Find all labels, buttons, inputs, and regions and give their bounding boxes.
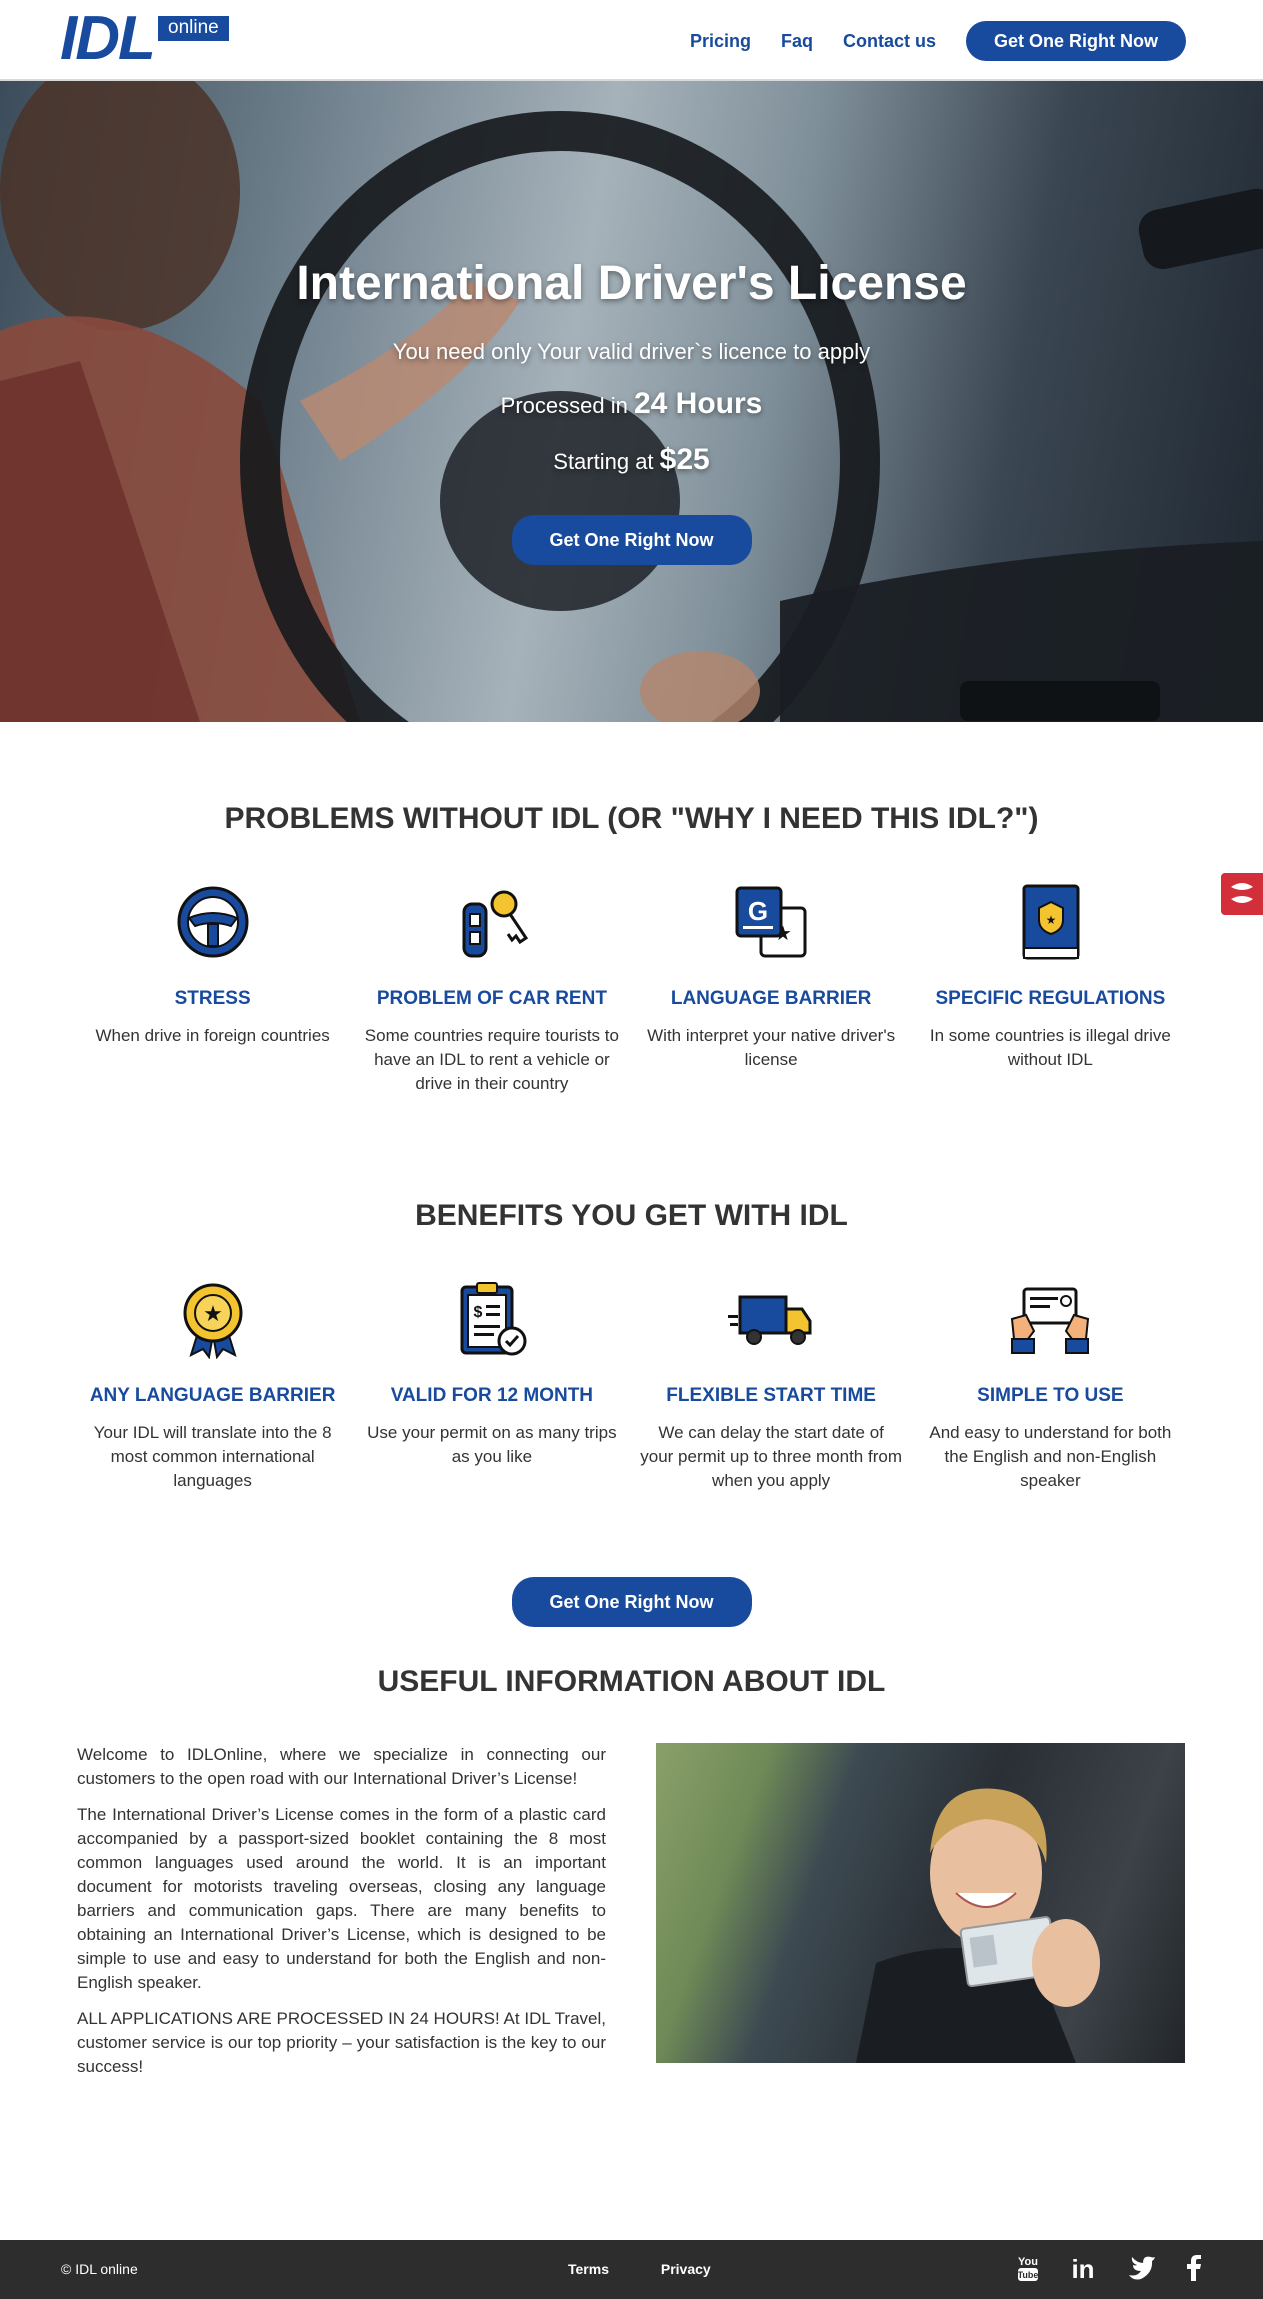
benefit-title: FLEXIBLE START TIME xyxy=(666,1385,876,1406)
footer-links: Terms Privacy xyxy=(568,2261,759,2277)
woman-license-photo xyxy=(656,1743,1185,2063)
benefit-title: VALID FOR 12 MONTH xyxy=(390,1385,594,1406)
header-cta-button[interactable]: Get One Right Now xyxy=(966,21,1186,61)
info-text: Welcome to IDLOnline, where we specializ… xyxy=(77,1743,606,2091)
benefit-title: ANY LANGUAGE BARRIER xyxy=(89,1385,336,1406)
benefits-grid: ★ ANY LANGUAGE BARRIER Your IDL will tra… xyxy=(0,1275,1263,1493)
benefit-text: Use your permit on as many trips as you … xyxy=(367,1423,617,1466)
benefit-item: ★ ANY LANGUAGE BARRIER Your IDL will tra… xyxy=(73,1275,352,1493)
problem-title: PROBLEM OF CAR RENT xyxy=(376,988,607,1009)
logo-text: IDL xyxy=(60,4,156,73)
problem-item: PROBLEM OF CAR RENT Some countries requi… xyxy=(352,878,631,1096)
linkedin-icon[interactable]: in xyxy=(1069,2253,1097,2288)
youtube-icon[interactable]: You Tube xyxy=(1017,2253,1039,2288)
problem-item: ★ SPECIFIC REGULATIONS In some countries… xyxy=(911,878,1190,1096)
benefit-title: SIMPLE TO USE xyxy=(977,1385,1124,1406)
processed-value: 24 Hours xyxy=(633,387,763,420)
svg-text:$: $ xyxy=(473,1304,482,1321)
hero-banner: International Driver's License You need … xyxy=(0,81,1263,722)
chat-icon xyxy=(1231,883,1253,903)
info-paragraph: Welcome to IDLOnline, where we specializ… xyxy=(77,1745,606,1788)
problem-title: SPECIFIC REGULATIONS xyxy=(935,988,1166,1009)
hero-content: International Driver's License You need … xyxy=(0,256,1263,565)
benefits-section: BENEFITS YOU GET WITH IDL ★ ANY LANGUAGE… xyxy=(0,1199,1263,1627)
translate-icon: ★ G xyxy=(735,886,807,958)
problem-text: With interpret your native driver's lice… xyxy=(647,1026,896,1069)
problem-text: When drive in foreign countries xyxy=(95,1026,330,1045)
logo[interactable]: IDL online xyxy=(60,8,240,70)
steering-wheel-icon xyxy=(177,886,249,958)
hero-cta-button[interactable]: Get One Right Now xyxy=(511,515,752,565)
floating-widget-tab[interactable] xyxy=(1221,873,1263,915)
clipboard-check-icon: $ xyxy=(460,1282,527,1356)
problems-section: PROBLEMS WITHOUT IDL (OR "WHY I NEED THI… xyxy=(0,802,1263,1096)
problem-item: STRESS When drive in foreign countries xyxy=(73,878,352,1096)
rule-book-icon: ★ xyxy=(1022,884,1080,960)
starting-price: Starting at $25 xyxy=(0,443,1263,477)
social-links: You Tube in xyxy=(987,2253,1203,2288)
info-paragraph: The International Driver’s License comes… xyxy=(77,1805,606,1992)
benefits-title: BENEFITS YOU GET WITH IDL xyxy=(415,1199,848,1232)
hero-title: International Driver's License xyxy=(296,257,967,310)
info-section: USEFUL INFORMATION ABOUT IDL Welcome to … xyxy=(0,1665,1263,2091)
benefit-item: $ VALID FOR 12 MONTH Use your permit on … xyxy=(352,1275,631,1493)
processed-prefix: Processed in xyxy=(500,393,628,418)
benefit-text: Your IDL will translate into the 8 most … xyxy=(93,1423,332,1490)
nav-contact-link[interactable]: Contact us xyxy=(843,31,936,52)
benefits-cta-button[interactable]: Get One Right Now xyxy=(511,1577,752,1627)
twitter-icon[interactable] xyxy=(1127,2253,1155,2288)
delivery-truck-icon xyxy=(728,1295,812,1345)
info-title: USEFUL INFORMATION ABOUT IDL xyxy=(377,1665,886,1698)
privacy-link[interactable]: Privacy xyxy=(661,2261,711,2277)
problems-title: PROBLEMS WITHOUT IDL (OR "WHY I NEED THI… xyxy=(224,802,1039,835)
starting-prefix: Starting at xyxy=(553,449,654,474)
site-footer: © IDL online Terms Privacy You Tube in xyxy=(0,2240,1263,2299)
hero-subtitle: You need only Your valid driver`s licenc… xyxy=(392,339,871,364)
processed-time: Processed in 24 Hours xyxy=(0,387,1263,421)
problem-text: Some countries require tourists to have … xyxy=(364,1026,619,1093)
hands-card-icon xyxy=(1011,1287,1090,1354)
svg-text:You: You xyxy=(1018,2256,1038,2268)
problem-title: STRESS xyxy=(174,988,251,1009)
benefit-text: And easy to understand for both the Engl… xyxy=(929,1423,1172,1490)
svg-text:Tube: Tube xyxy=(1018,2270,1039,2280)
svg-text:G: G xyxy=(748,896,768,926)
info-body: Welcome to IDLOnline, where we specializ… xyxy=(0,1743,1263,2091)
svg-text:★: ★ xyxy=(203,1302,223,1327)
problem-text: In some countries is illegal drive witho… xyxy=(929,1026,1171,1069)
site-header: IDL online Pricing Faq Contact us Get On… xyxy=(0,0,1263,81)
benefit-text: We can delay the start date of your perm… xyxy=(640,1423,902,1490)
benefit-item: SIMPLE TO USE And easy to understand for… xyxy=(911,1275,1190,1493)
problem-title: LANGUAGE BARRIER xyxy=(670,988,872,1009)
photo-illustration xyxy=(856,1788,1100,2063)
info-paragraph: ALL APPLICATIONS ARE PROCESSED IN 24 HOU… xyxy=(77,2009,606,2076)
svg-text:★: ★ xyxy=(1046,913,1057,927)
problem-item: ★ G LANGUAGE BARRIER With interpret your… xyxy=(632,878,911,1096)
facebook-icon[interactable] xyxy=(1185,2253,1203,2288)
nav-faq-link[interactable]: Faq xyxy=(781,31,813,52)
terms-link[interactable]: Terms xyxy=(568,2261,609,2277)
svg-text:in: in xyxy=(1071,2254,1094,2283)
copyright: © IDL online xyxy=(61,2261,138,2277)
nav-pricing-link[interactable]: Pricing xyxy=(690,31,751,52)
main-nav: Pricing Faq Contact us Get One Right Now xyxy=(690,21,1186,61)
car-key-icon xyxy=(462,890,528,958)
award-badge-icon: ★ xyxy=(183,1283,243,1359)
starting-value: $25 xyxy=(659,443,710,476)
logo-badge: online xyxy=(158,16,229,41)
benefit-item: FLEXIBLE START TIME We can delay the sta… xyxy=(632,1275,911,1493)
problems-grid: STRESS When drive in foreign countries P… xyxy=(0,878,1263,1096)
